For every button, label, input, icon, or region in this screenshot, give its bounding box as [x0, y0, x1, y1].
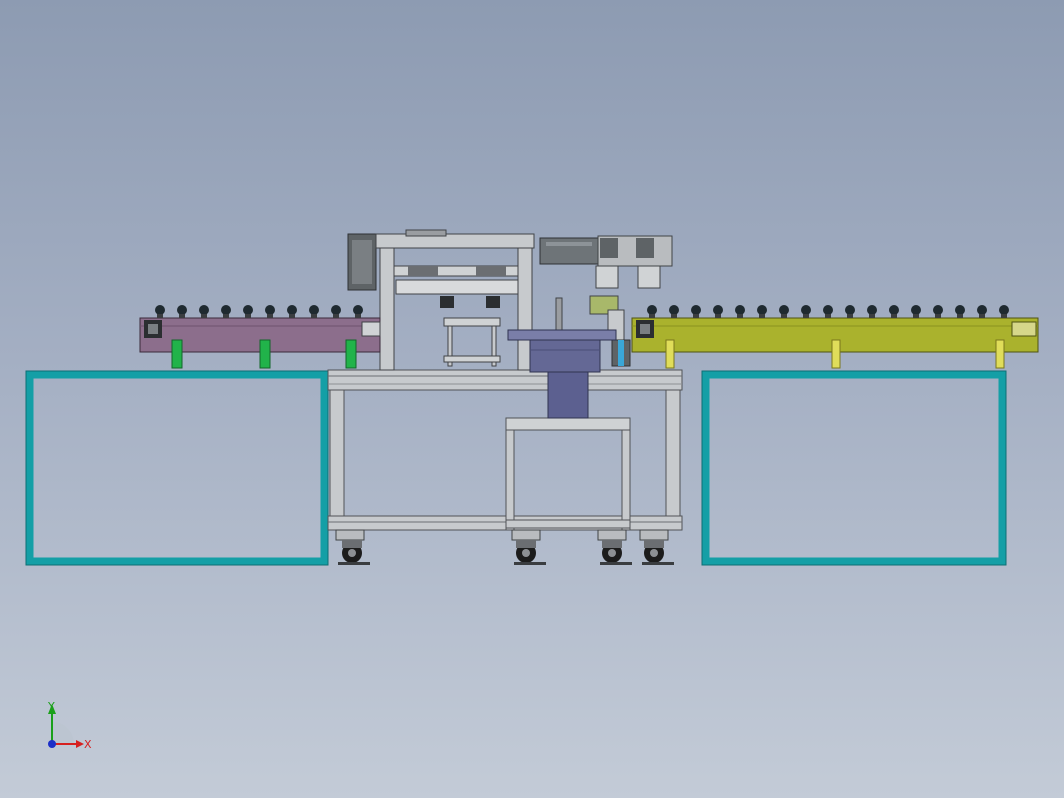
cad-viewport[interactable]: X Y [0, 0, 1064, 798]
conveyor-roller [823, 305, 833, 315]
conveyor-roller [867, 305, 877, 315]
assembly-model[interactable]: X Y [0, 0, 1064, 798]
conveyor-roller [757, 305, 767, 315]
roller-mount [649, 314, 655, 318]
roller-mount [869, 314, 875, 318]
conveyor-roller [889, 305, 899, 315]
right-conveyor [631, 305, 1039, 369]
caster-wheels [335, 529, 674, 565]
roller-mount [979, 314, 985, 318]
conveyor-roller [801, 305, 811, 315]
roller-mount [201, 314, 207, 318]
conveyor-roller [243, 305, 253, 315]
x-axis-label: X [84, 738, 92, 751]
caster-wheel [511, 529, 546, 565]
conveyor-roller [177, 305, 187, 315]
conveyor-roller [331, 305, 341, 315]
conveyor-roller [999, 305, 1009, 315]
conveyor-roller [713, 305, 723, 315]
conveyor-roller [647, 305, 657, 315]
roller-mount [289, 314, 295, 318]
roller-mount [223, 314, 229, 318]
caster-wheel [597, 529, 632, 565]
left-conveyor [139, 305, 381, 369]
conveyor-roller [287, 305, 297, 315]
conveyor-roller [221, 305, 231, 315]
roller-mount [825, 314, 831, 318]
right-conveyor-rollers [647, 305, 1009, 318]
conveyor-roller [779, 305, 789, 315]
roller-mount [311, 314, 317, 318]
left-frame-outline [25, 370, 329, 566]
roller-mount [715, 314, 721, 318]
roller-mount [179, 314, 185, 318]
roller-mount [245, 314, 251, 318]
coordinate-triad: X Y [47, 700, 92, 751]
roller-mount [693, 314, 699, 318]
conveyor-roller [977, 305, 987, 315]
roller-mount [157, 314, 163, 318]
conveyor-roller [955, 305, 965, 315]
roller-mount [759, 314, 765, 318]
inner-stand [505, 417, 631, 531]
roller-mount [891, 314, 897, 318]
conveyor-roller [691, 305, 701, 315]
roller-mount [803, 314, 809, 318]
caster-wheel [639, 529, 674, 565]
caster-wheel [335, 529, 370, 565]
roller-mount [1001, 314, 1007, 318]
roller-mount [913, 314, 919, 318]
roller-mount [781, 314, 787, 318]
conveyor-roller [353, 305, 363, 315]
roller-mount [957, 314, 963, 318]
conveyor-roller [309, 305, 319, 315]
roller-mount [935, 314, 941, 318]
conveyor-roller [845, 305, 855, 315]
right-frame-outline [701, 370, 1007, 566]
y-axis-label: Y [47, 700, 55, 713]
conveyor-roller [735, 305, 745, 315]
z-axis-marker [48, 740, 56, 748]
conveyor-roller [933, 305, 943, 315]
conveyor-roller [265, 305, 275, 315]
roller-mount [355, 314, 361, 318]
conveyor-roller [155, 305, 165, 315]
roller-mount [737, 314, 743, 318]
roller-mount [847, 314, 853, 318]
roller-mount [267, 314, 273, 318]
roller-mount [333, 314, 339, 318]
conveyor-roller [669, 305, 679, 315]
left-conveyor-rollers [155, 305, 363, 318]
conveyor-roller [911, 305, 921, 315]
roller-mount [671, 314, 677, 318]
conveyor-roller [199, 305, 209, 315]
